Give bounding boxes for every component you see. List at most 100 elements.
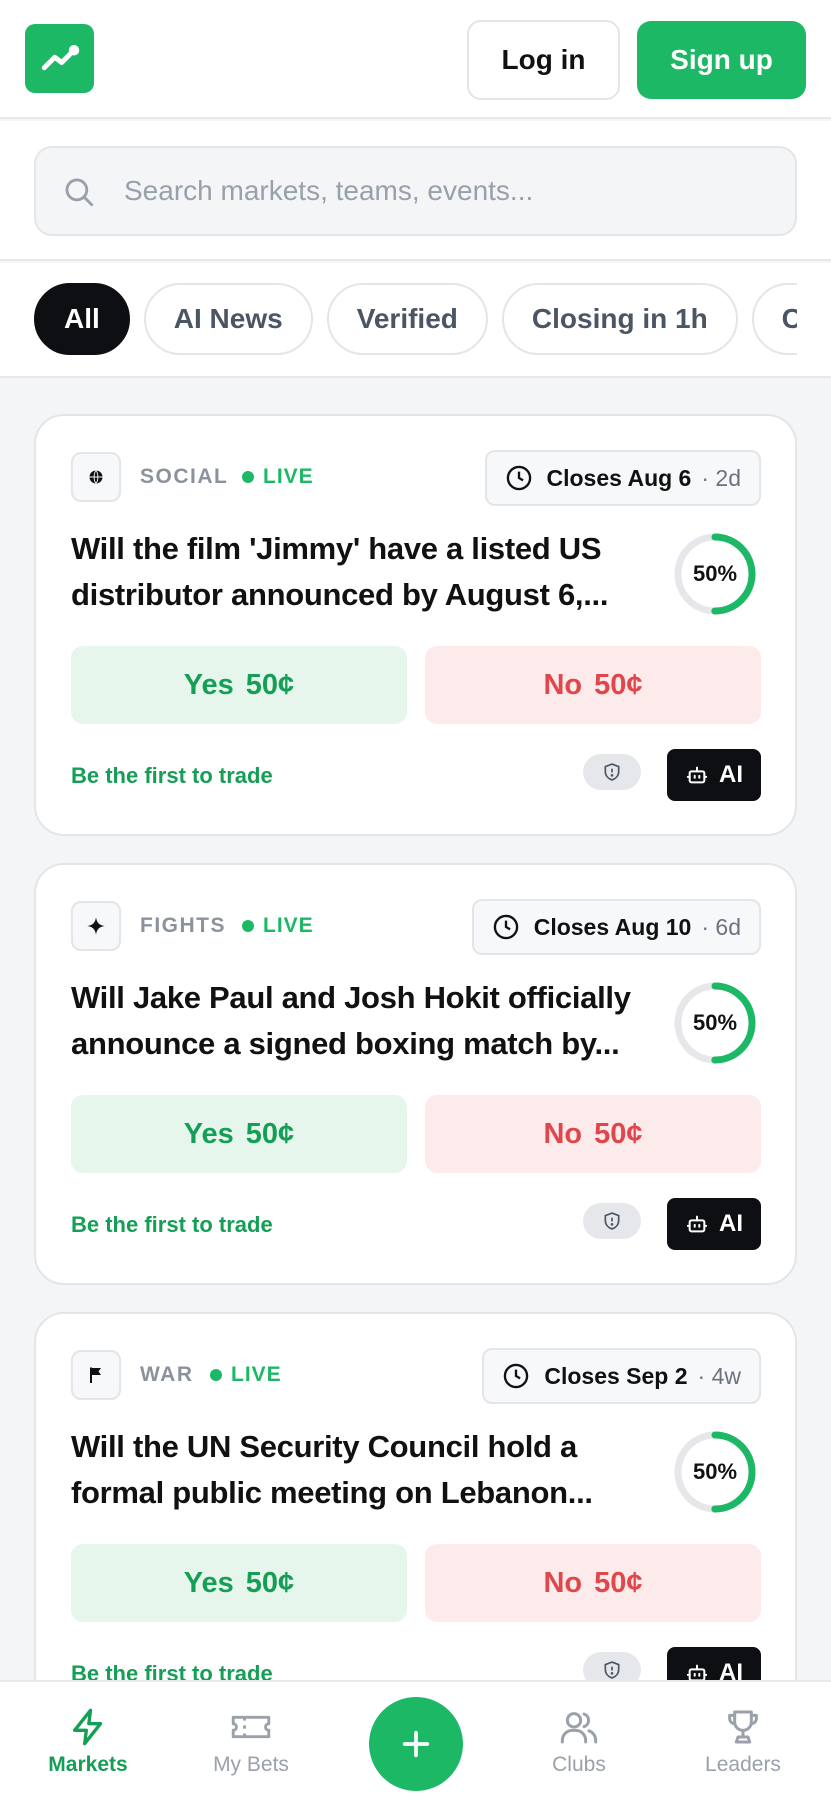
search-box[interactable] [34, 146, 797, 236]
buy-yes-button[interactable]: Yes 50¢ [71, 1544, 407, 1622]
bottom-nav: Markets My Bets Clubs Leaders [0, 1680, 831, 1800]
ai-button[interactable]: AI [667, 749, 761, 801]
ai-button[interactable]: AI [667, 1198, 761, 1250]
category-label: WAR [140, 1363, 194, 1386]
buy-no-button[interactable]: No 50¢ [425, 1544, 761, 1622]
probability-label: 50% [692, 561, 738, 586]
nav-label: Leaders [705, 1753, 781, 1776]
first-trade-text: Be the first to trade [71, 1212, 273, 1237]
ai-label: AI [719, 761, 743, 788]
close-date: Closes Aug 6 [546, 464, 692, 491]
bot-icon [686, 766, 708, 784]
question-line: Will the film 'Jimmy' have a listed US [71, 531, 602, 566]
nav-markets[interactable]: Markets [28, 1682, 148, 1800]
buy-yes-button[interactable]: Yes 50¢ [71, 1095, 407, 1173]
filter-chip-ai-news[interactable]: AI News [143, 283, 313, 355]
filter-chip-all[interactable]: All [34, 283, 130, 355]
trending-up-icon [41, 44, 79, 70]
buy-yes-button[interactable]: Yes 50¢ [71, 646, 407, 724]
clock-icon [502, 1362, 530, 1390]
ai-label: AI [719, 1210, 743, 1237]
live-dot [242, 471, 254, 483]
close-date-badge: Closes Aug 6 · 2d [484, 450, 761, 506]
market-card[interactable]: FIGHTS LIVE Closes Aug 10 · 6d Will Jake… [34, 863, 797, 1285]
search-input[interactable] [124, 148, 774, 234]
shield-alert-icon [604, 1661, 620, 1679]
buy-no-button[interactable]: No 50¢ [425, 1095, 761, 1173]
close-relative: · 4w [697, 1362, 741, 1389]
market-question[interactable]: Will the UN Security Council hold a form… [71, 1424, 631, 1516]
nav-label: My Bets [213, 1753, 289, 1776]
shield-alert-button[interactable] [583, 754, 641, 790]
close-date-badge: Closes Sep 2 · 4w [482, 1348, 761, 1404]
bot-icon [686, 1664, 708, 1680]
market-feed: SOCIAL LIVE Closes Aug 6 · 2d Will the f… [0, 380, 831, 1680]
market-card[interactable]: SOCIAL LIVE Closes Aug 6 · 2d Will the f… [34, 414, 797, 836]
search-bar-section [0, 121, 831, 261]
yes-price: 50¢ [245, 1117, 295, 1150]
nav-label: Markets [48, 1753, 128, 1776]
probability-label: 50% [692, 1010, 738, 1035]
no-label: No [543, 1117, 583, 1150]
live-dot [210, 1369, 222, 1381]
trophy-icon [728, 1710, 758, 1744]
live-label: LIVE [231, 1363, 282, 1386]
yes-price: 50¢ [245, 1566, 295, 1599]
users-icon [560, 1712, 598, 1744]
globe-icon [71, 452, 121, 502]
first-trade-text: Be the first to trade [71, 1661, 273, 1680]
buy-no-button[interactable]: No 50¢ [425, 646, 761, 724]
signup-button[interactable]: Sign up [637, 21, 806, 99]
yes-price: 50¢ [245, 668, 295, 701]
filter-chips: All AI News Verified Closing in 1h Clo [34, 283, 797, 357]
app-logo[interactable] [25, 24, 94, 93]
no-price: 50¢ [594, 1566, 643, 1599]
no-price: 50¢ [594, 1117, 643, 1150]
login-button[interactable]: Log in [467, 20, 620, 100]
app-header: Log in Sign up [0, 0, 831, 119]
market-card[interactable]: WAR LIVE Closes Sep 2 · 4w Will the UN S… [34, 1312, 797, 1680]
live-label: LIVE [263, 465, 314, 488]
shield-alert-button[interactable] [583, 1203, 641, 1239]
probability-label: 50% [692, 1459, 738, 1484]
search-icon [65, 178, 94, 207]
filter-chip-closing-1h[interactable]: Closing in 1h [501, 283, 738, 355]
first-trade-text: Be the first to trade [71, 763, 273, 788]
shield-alert-button[interactable] [583, 1652, 641, 1680]
category-label: FIGHTS [140, 914, 226, 937]
market-question[interactable]: Will Jake Paul and Josh Hokit officially… [71, 975, 631, 1067]
nav-leaders[interactable]: Leaders [683, 1682, 803, 1800]
bot-icon [686, 1215, 708, 1233]
yes-label: Yes [183, 668, 234, 701]
close-date: Closes Sep 2 [544, 1362, 688, 1389]
clock-icon [505, 464, 533, 492]
create-market-button[interactable] [369, 1697, 463, 1791]
question-line: announce a signed boxing match by... [71, 1026, 620, 1061]
flag-icon [71, 1350, 121, 1400]
live-dot [242, 920, 254, 932]
lightning-icon [73, 1708, 103, 1746]
shield-alert-icon [604, 1212, 620, 1230]
yes-label: Yes [183, 1566, 234, 1599]
filter-chip-verified[interactable]: Verified [326, 283, 488, 355]
live-badge: LIVE [210, 1363, 282, 1387]
live-badge: LIVE [242, 914, 314, 938]
clock-icon [492, 913, 520, 941]
ai-label: AI [719, 1659, 743, 1680]
no-label: No [543, 668, 583, 701]
no-price: 50¢ [594, 668, 643, 701]
nav-clubs[interactable]: Clubs [519, 1682, 639, 1800]
ticket-icon [231, 1715, 271, 1739]
sparkle-icon [71, 901, 121, 951]
nav-my-bets[interactable]: My Bets [191, 1682, 311, 1800]
close-date-badge: Closes Aug 10 · 6d [471, 899, 761, 955]
no-label: No [543, 1566, 583, 1599]
close-relative: · 2d [701, 464, 741, 491]
filter-chip-closing[interactable]: Clo [751, 283, 797, 355]
ai-button[interactable]: AI [667, 1647, 761, 1680]
question-line: formal public meeting on Lebanon... [71, 1475, 593, 1510]
yes-label: Yes [183, 1117, 234, 1150]
category-label: SOCIAL [140, 465, 229, 488]
question-line: Will the UN Security Council hold a [71, 1429, 577, 1464]
market-question[interactable]: Will the film 'Jimmy' have a listed US d… [71, 526, 631, 618]
